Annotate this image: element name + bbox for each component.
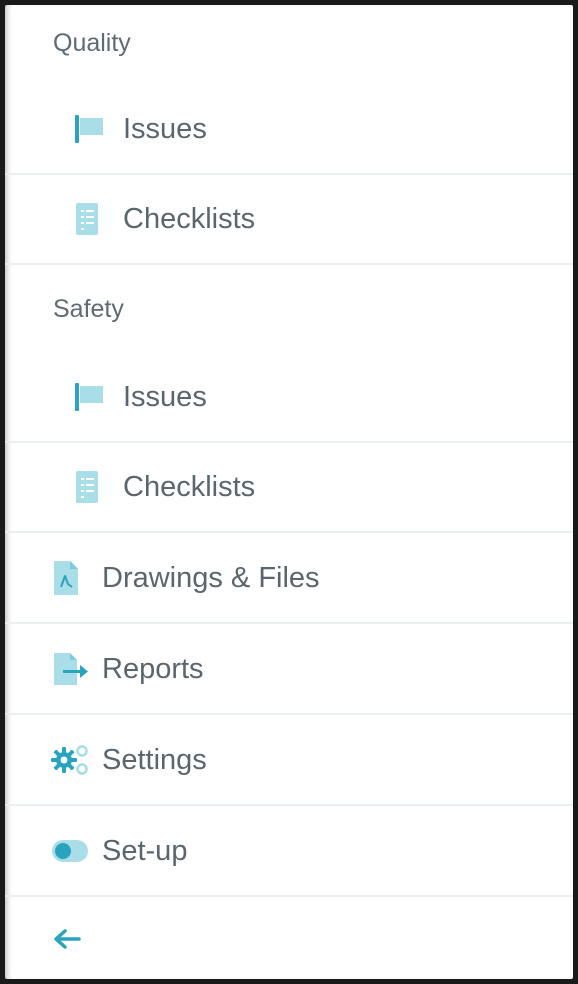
- toggle-icon: [51, 807, 91, 895]
- gears-icon: [51, 716, 91, 804]
- sidebar-item-label: Reports: [102, 653, 204, 685]
- sidebar-item-safety-issues[interactable]: Issues: [5, 353, 573, 443]
- report-export-icon: [51, 625, 91, 713]
- sidebar-item-drawings-files[interactable]: Drawings & Files: [5, 534, 573, 624]
- sidebar-item-safety-checklists[interactable]: Checklists: [5, 443, 573, 533]
- sidebar-item-label: Checklists: [123, 471, 256, 503]
- sidebar-item-settings[interactable]: Settings: [5, 716, 573, 806]
- sidebar-item-quality-issues[interactable]: Issues: [5, 85, 573, 175]
- sidebar-item-label: Issues: [123, 113, 207, 145]
- collapse-sidebar-button[interactable]: [5, 899, 573, 979]
- sidebar-panel: Quality Issues Checklists Safety Issues …: [5, 5, 573, 979]
- sidebar-item-quality-checklists[interactable]: Checklists: [5, 175, 573, 265]
- sidebar-item-label: Issues: [123, 381, 207, 413]
- sidebar-item-label: Drawings & Files: [102, 562, 320, 594]
- checklist-icon: [73, 175, 103, 263]
- section-header-safety: Safety: [53, 295, 124, 323]
- arrow-left-icon: [51, 899, 83, 979]
- sidebar-item-label: Settings: [102, 744, 207, 776]
- checklist-icon: [73, 443, 103, 531]
- sidebar-item-label: Set-up: [102, 835, 188, 867]
- flag-icon: [73, 85, 105, 173]
- pdf-file-icon: [51, 534, 81, 622]
- sidebar-item-setup[interactable]: Set-up: [5, 807, 573, 897]
- sidebar-item-reports[interactable]: Reports: [5, 625, 573, 715]
- flag-icon: [73, 353, 105, 441]
- section-header-quality: Quality: [53, 29, 131, 57]
- sidebar-item-label: Checklists: [123, 203, 256, 235]
